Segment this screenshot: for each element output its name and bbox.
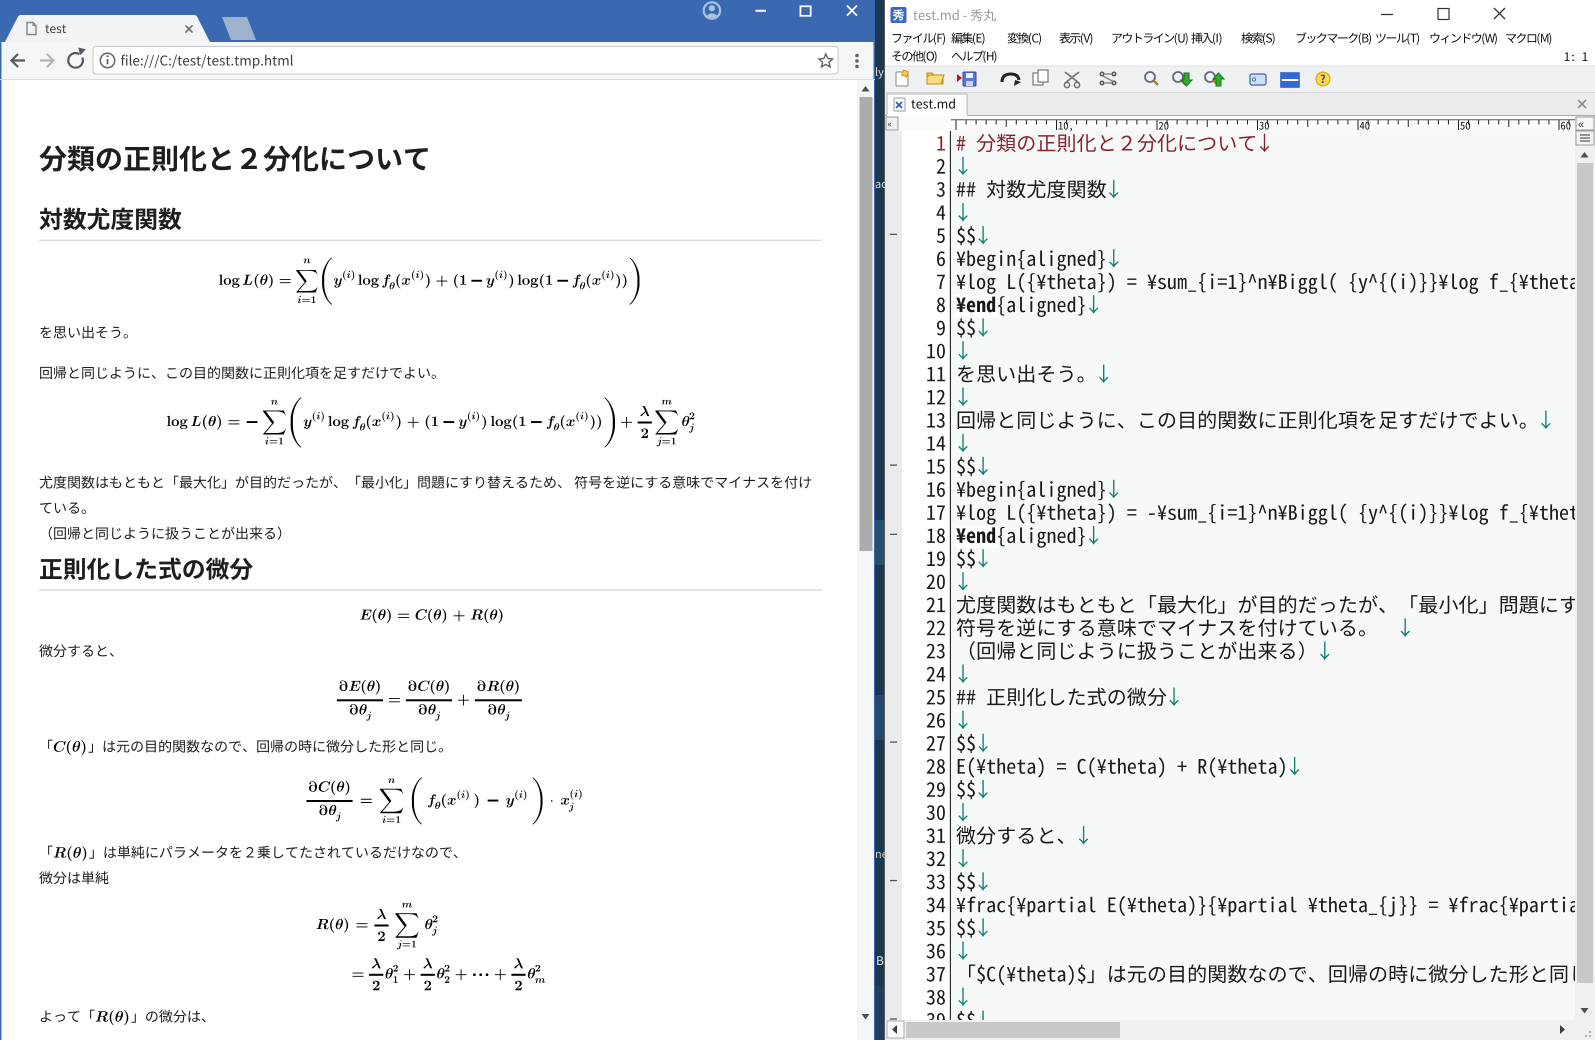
svg-text:«: « xyxy=(1578,119,1584,131)
